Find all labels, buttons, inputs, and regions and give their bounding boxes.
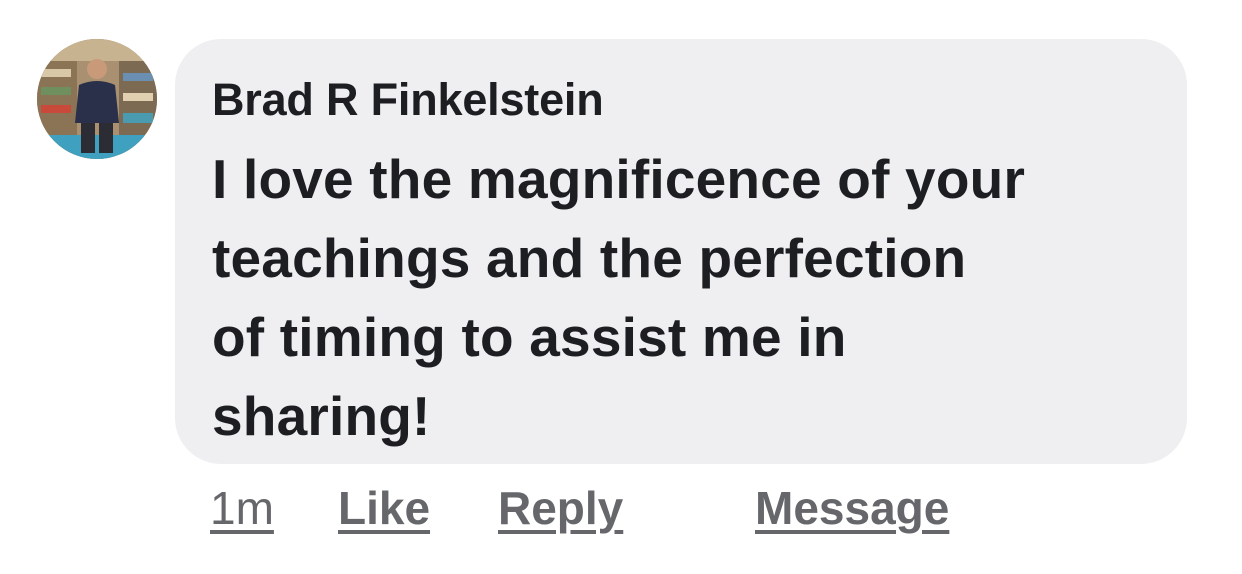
profile-photo-avatar-icon [37,39,157,159]
comment-bubble: Brad R Finkelstein I love the magnificen… [175,39,1187,464]
like-button[interactable]: Like [338,478,430,538]
message-button[interactable]: Message [755,478,949,538]
avatar[interactable] [37,39,157,159]
comment: Brad R Finkelstein I love the magnificen… [0,0,1242,574]
comment-text: I love the magnificence of your teaching… [212,148,1026,447]
comment-author[interactable]: Brad R Finkelstein [212,72,1151,128]
comment-timestamp[interactable]: 1m [210,478,274,538]
reply-button[interactable]: Reply [498,478,623,538]
